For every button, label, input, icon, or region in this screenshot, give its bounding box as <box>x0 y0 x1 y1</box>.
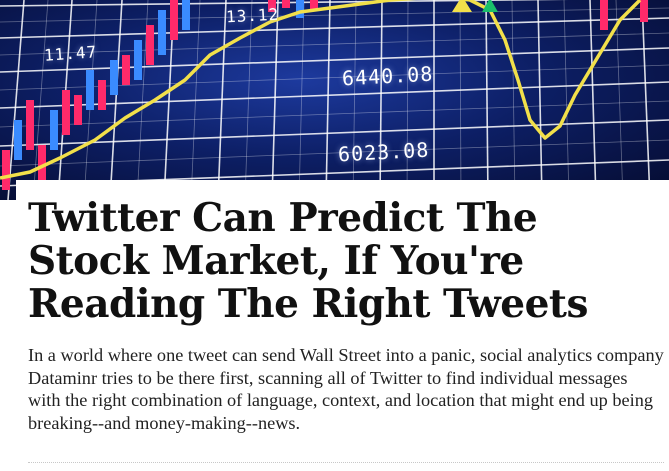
chart-value-3: 6440.08 <box>341 61 434 91</box>
marker-triangle <box>452 0 472 12</box>
chart-value-1: 13.12 <box>225 4 280 27</box>
stock-chart-graphic <box>0 0 669 200</box>
chart-value-2: 11.47 <box>43 42 98 65</box>
hero-image-stock-chart: 13.12 11.47 6440.08 6023.08 <box>0 0 669 200</box>
divider <box>28 462 664 463</box>
article-card: Twitter Can Predict The Stock Market, If… <box>16 180 669 471</box>
chart-value-4: 6023.08 <box>337 137 430 167</box>
article-headline[interactable]: Twitter Can Predict The Stock Market, If… <box>28 197 658 326</box>
price-trend-line <box>0 0 642 180</box>
article-page: 13.12 11.47 6440.08 6023.08 Twitter Can … <box>0 0 669 471</box>
article-dek: In a world where one tweet can send Wall… <box>28 345 664 433</box>
